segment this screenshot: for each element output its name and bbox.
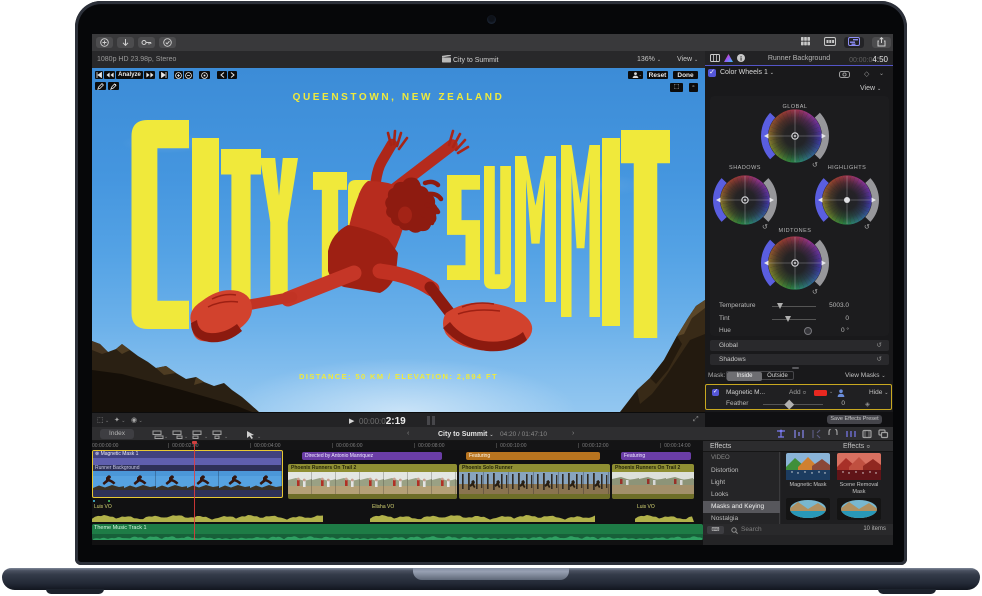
svg-text:SHADOWS: SHADOWS — [729, 165, 761, 171]
svg-text:↺: ↺ — [864, 224, 870, 231]
svg-text:⌄: ⌄ — [257, 434, 261, 439]
svg-text:↺: ↺ — [762, 224, 768, 231]
svg-text:MIDTONES: MIDTONES — [779, 228, 812, 234]
svg-text:GLOBAL: GLOBAL — [782, 104, 807, 110]
svg-text:⌄: ⌄ — [164, 434, 168, 439]
svg-text:⌄: ⌄ — [224, 434, 228, 439]
svg-text:HIGHLIGHTS: HIGHLIGHTS — [828, 165, 867, 171]
svg-text:⌄: ⌄ — [184, 434, 188, 439]
svg-text:↺: ↺ — [812, 289, 818, 296]
svg-text:↺: ↺ — [812, 162, 818, 169]
svg-text:⌄: ⌄ — [204, 434, 208, 439]
